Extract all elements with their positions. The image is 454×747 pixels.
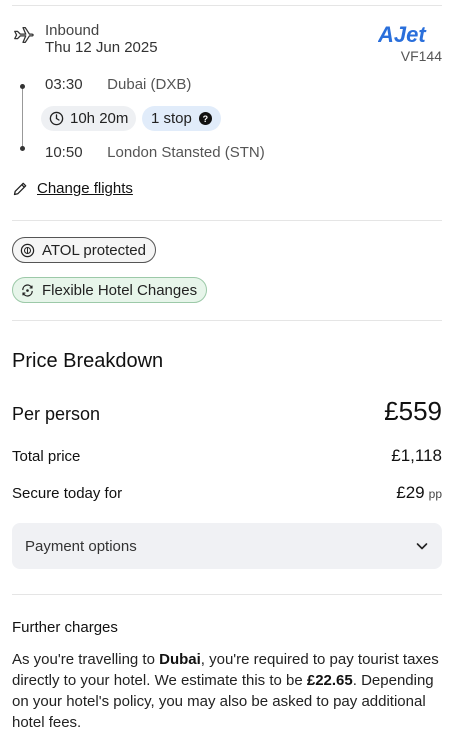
timeline-dot-arrival [20, 146, 25, 151]
payment-options-dropdown[interactable]: Payment options [12, 523, 442, 569]
departure-airport: Dubai (DXB) [107, 76, 192, 93]
tax-amount: £22.65 [306, 672, 353, 689]
secure-today-label: Secure today for [12, 485, 123, 502]
flexible-hotel-badge: Flexible Hotel Changes [12, 277, 208, 303]
plane-icon [14, 27, 34, 43]
airline-logo: AJet [378, 22, 427, 46]
arrival-airport: London Stansted (STN) [107, 144, 265, 161]
secure-today-value-group: £29 pp [396, 483, 442, 503]
further-charges-title: Further charges [12, 619, 118, 636]
atol-badge: ATOL protected [12, 237, 156, 263]
change-flights-label: Change flights [37, 180, 133, 197]
divider [12, 594, 442, 595]
total-price-row: Total price £1,118 [12, 446, 442, 466]
stops-pill[interactable]: 1 stop ? [142, 106, 221, 131]
further-charges-text: As you're travelling to Dubai, you're re… [12, 651, 439, 731]
chevron-down-icon [416, 543, 428, 550]
arrival-time: 10:50 [45, 144, 83, 161]
flight-date: Thu 12 Jun 2025 [45, 39, 158, 56]
timeline-dot-departure [20, 84, 25, 89]
top-divider [12, 5, 442, 6]
change-flights-link[interactable]: Change flights [12, 180, 133, 197]
stops-label: 1 stop [151, 110, 192, 127]
total-price-label: Total price [12, 448, 81, 465]
arrival-segment: 10:50 London Stansted (STN) [45, 144, 265, 161]
svg-text:AJet: AJet [378, 22, 427, 46]
per-person-suffix: pp [428, 487, 442, 501]
flexible-hotel-label: Flexible Hotel Changes [42, 281, 198, 299]
pencil-icon [13, 182, 27, 195]
help-icon[interactable]: ? [198, 112, 212, 125]
duration-pill: 10h 20m [41, 106, 137, 131]
flight-direction: Inbound [45, 22, 100, 39]
duration-label: 10h 20m [70, 110, 129, 127]
clock-icon [49, 111, 64, 126]
flight-header: Inbound Thu 12 Jun 2025 AJet VF144 [12, 22, 442, 66]
payment-options-label: Payment options [25, 537, 137, 555]
secure-today-row: Secure today for £29 pp [12, 483, 442, 503]
destination-name: Dubai [159, 651, 201, 668]
secure-today-value: £29 [396, 483, 425, 502]
hotel-flex-icon [22, 283, 33, 297]
per-person-row: Per person £559 [12, 396, 442, 427]
per-person-value: £559 [384, 396, 442, 426]
departure-segment: 03:30 Dubai (DXB) [45, 76, 191, 93]
divider [12, 320, 442, 321]
timeline-line [22, 86, 23, 148]
atol-label: ATOL protected [42, 241, 146, 259]
price-breakdown-title: Price Breakdown [12, 350, 164, 372]
atol-icon [20, 243, 35, 257]
per-person-label: Per person [12, 404, 101, 424]
divider [12, 220, 442, 221]
total-price-value: £1,118 [391, 446, 442, 465]
departure-time: 03:30 [45, 76, 83, 93]
flight-number: VF144 [400, 48, 442, 64]
